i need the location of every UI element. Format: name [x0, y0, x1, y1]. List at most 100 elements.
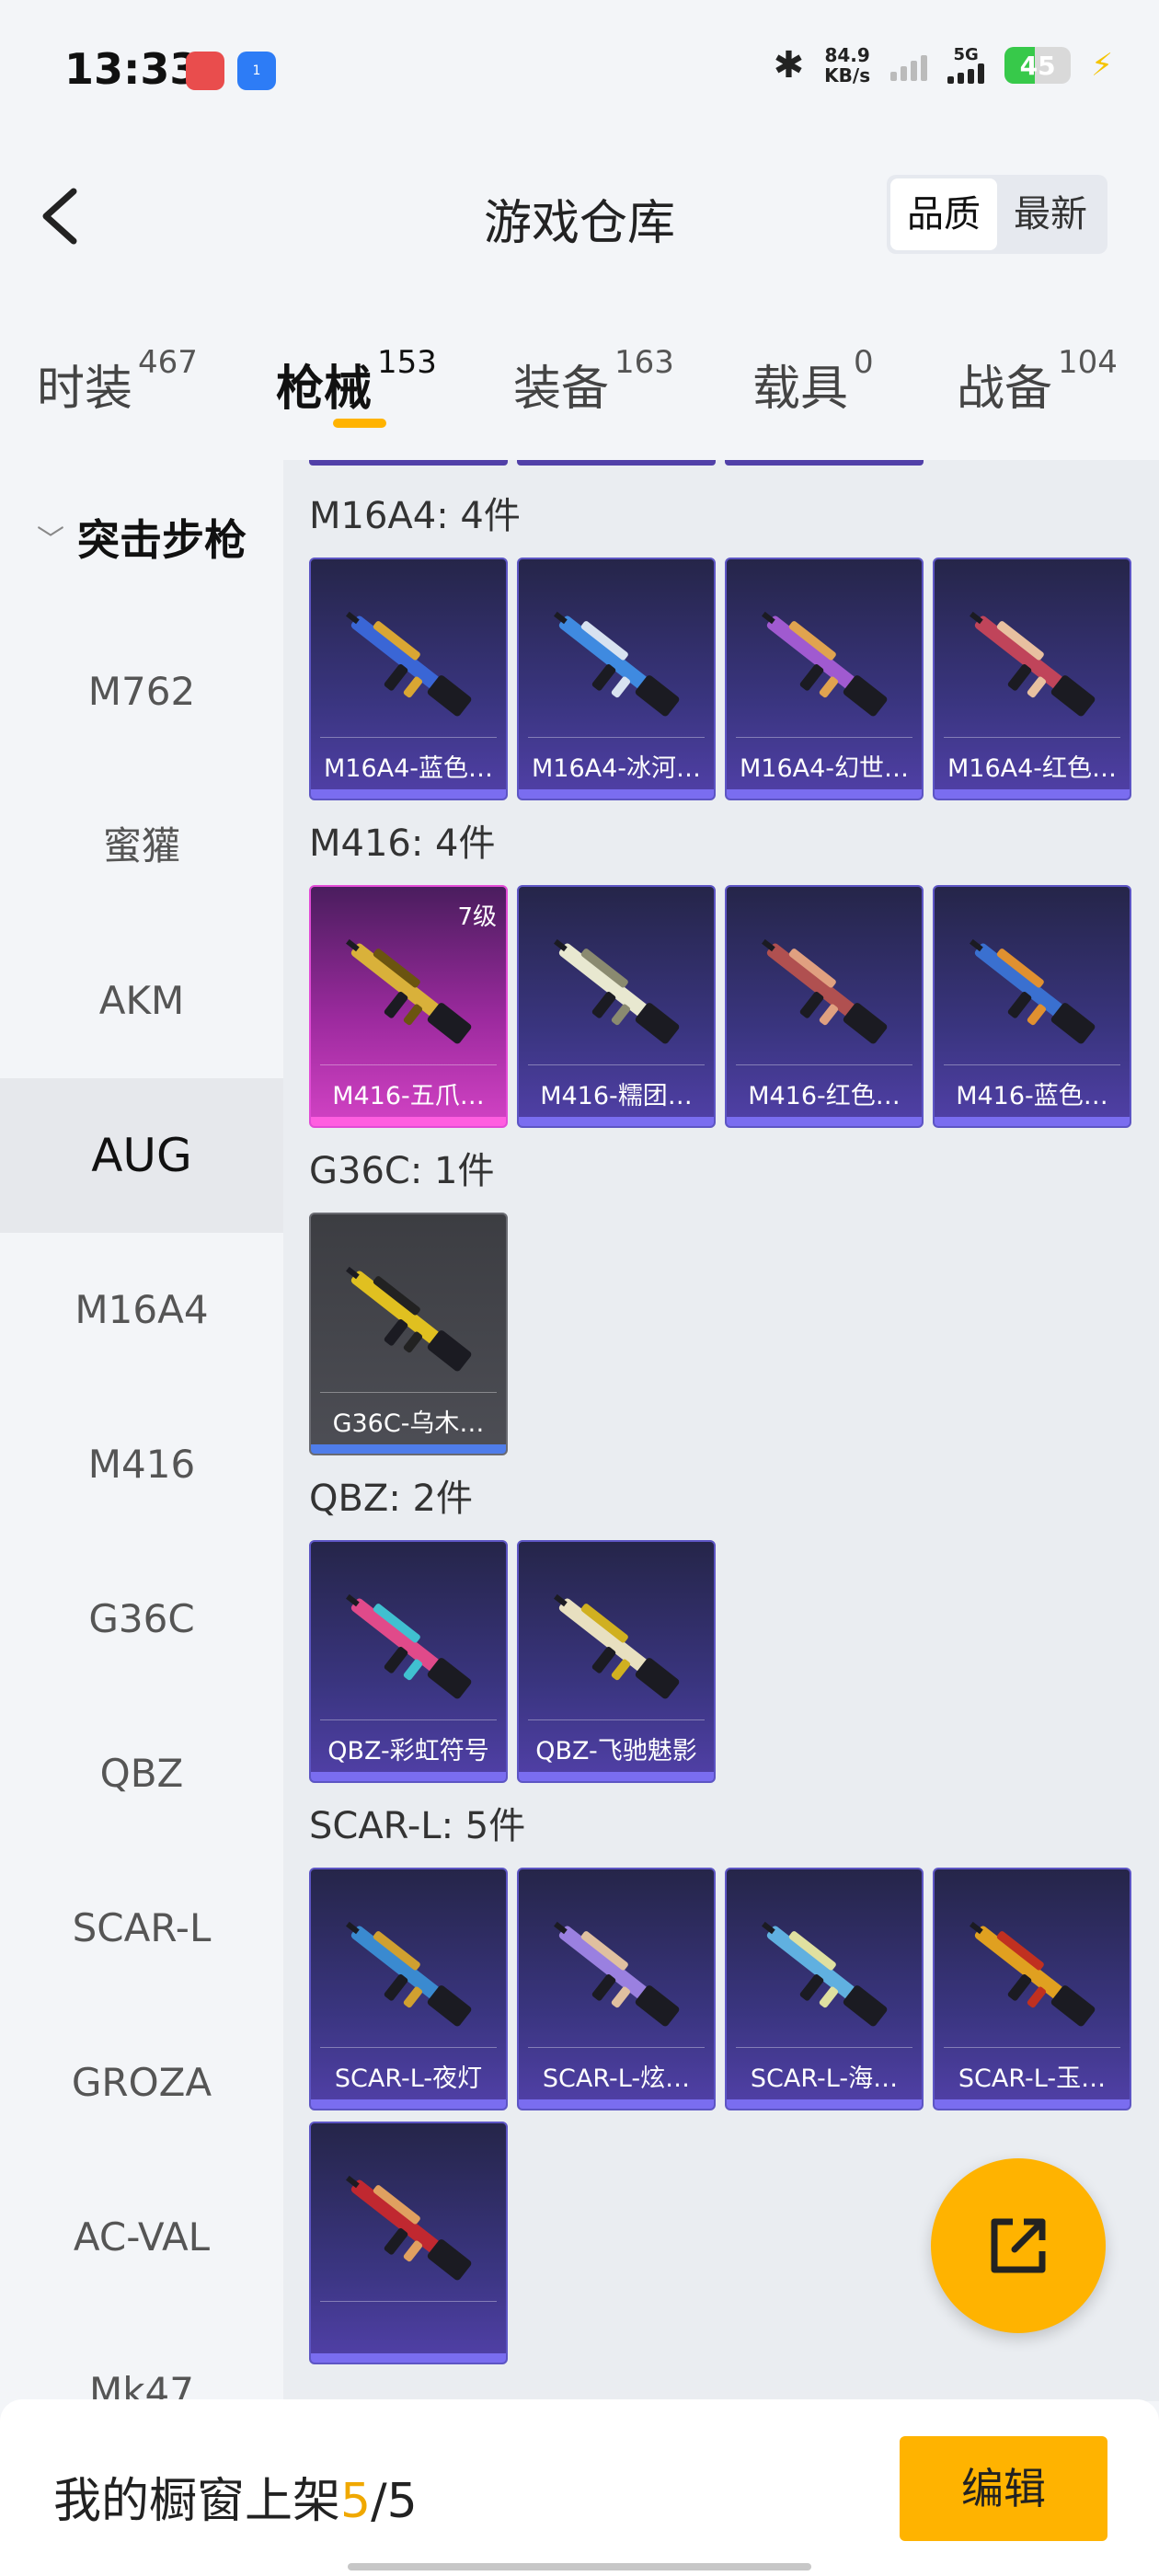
card-divider [944, 1064, 1120, 1065]
rifle-icon [762, 611, 888, 717]
rifle-icon [554, 938, 680, 1044]
skin-card[interactable]: QBZ-彩虹符号 [309, 1540, 508, 1783]
skin-card[interactable]: SCAR-L-海… [725, 1868, 924, 2110]
edit-button[interactable]: 编辑 [900, 2436, 1107, 2541]
sidebar-item-ac-val[interactable]: AC-VAL [0, 2160, 283, 2315]
skin-card-partial[interactable] [309, 460, 508, 466]
rifle-icon [346, 1266, 472, 1372]
card-divider [944, 737, 1120, 738]
rifle-icon [970, 611, 1096, 717]
rifle-icon [554, 1593, 680, 1699]
tab-count: 104 [1058, 344, 1118, 381]
tab-vehicles[interactable]: 载具 0 [752, 344, 874, 419]
sort-option-latest[interactable]: 最新 [997, 178, 1104, 250]
sidebar-item-mk47[interactable]: Mk47 [0, 2315, 283, 2401]
network-speed: 84.9 KB/s [824, 45, 870, 86]
sidebar-item-m16a4[interactable]: M16A4 [0, 1233, 283, 1387]
skin-card[interactable]: M416-糯团… [517, 885, 716, 1128]
showcase-panel: 我的橱窗上架5/5 编辑 [0, 2399, 1159, 2576]
home-indicator[interactable] [348, 2563, 811, 2570]
sort-option-quality[interactable]: 品质 [890, 178, 997, 250]
card-divider [528, 2047, 705, 2048]
card-divider [320, 2301, 497, 2302]
card-divider [528, 737, 705, 738]
sidebar-item-qbz[interactable]: QBZ [0, 1696, 283, 1851]
rarity-bar [311, 1444, 506, 1454]
network-type: 5G [953, 45, 979, 64]
sidebar-group-assault-rifles[interactable]: ﹀ 突击步枪 [0, 460, 283, 615]
skin-card-partial[interactable] [725, 460, 924, 466]
category-heading: M16A4: 4件 [309, 495, 521, 537]
sidebar-item-m416[interactable]: M416 [0, 1387, 283, 1542]
sidebar-item-honey-badger[interactable]: 蜜獾 [0, 769, 283, 924]
skin-name: SCAR-L-玉… [958, 2064, 1107, 2093]
tab-fashion[interactable]: 时装 467 [37, 344, 198, 419]
tab-supplies[interactable]: 战备 104 [957, 344, 1118, 419]
rarity-bar [727, 2099, 922, 2109]
tab-count: 467 [138, 344, 198, 381]
rarity-bar [935, 789, 1130, 799]
skin-card[interactable]: M416-红色… [725, 885, 924, 1128]
skin-card-partial[interactable] [517, 460, 716, 466]
skin-name: QBZ-彩虹符号 [327, 1737, 489, 1765]
skin-card[interactable]: SCAR-L-炫… [517, 1868, 716, 2110]
status-time: 13:33 [64, 44, 200, 94]
skin-name: M16A4-冰河… [531, 754, 702, 783]
level-badge: 7级 [457, 903, 497, 931]
rifle-icon [346, 938, 472, 1044]
skin-card[interactable]: SCAR-L-夜灯 [309, 1868, 508, 2110]
tab-label: 时装 [37, 362, 133, 417]
sidebar-item-g36c[interactable]: G36C [0, 1542, 283, 1696]
tab-firearms[interactable]: 枪械 153 [276, 344, 437, 419]
skin-name: G36C-乌木… [332, 1409, 485, 1438]
main-tabs: 时装 467 枪械 153 装备 163 载具 0 战备 104 [0, 331, 1159, 442]
rarity-bar [727, 789, 922, 799]
rifle-icon [554, 1921, 680, 2027]
sidebar-item-akm[interactable]: AKM [0, 924, 283, 1078]
tab-label: 枪械 [276, 362, 373, 417]
tab-equipment[interactable]: 装备 163 [513, 344, 674, 419]
sidebar-item-m762[interactable]: M762 [0, 615, 283, 769]
category-heading: SCAR-L: 5件 [309, 1805, 526, 1847]
skin-card[interactable]: M416-五爪… 7级 [309, 885, 508, 1128]
skin-card[interactable]: M16A4-蓝色… [309, 558, 508, 800]
skin-card[interactable] [309, 2122, 508, 2364]
skin-card[interactable]: M416-蓝色… [933, 885, 1131, 1128]
rifle-icon [554, 611, 680, 717]
skin-card[interactable]: M16A4-冰河… [517, 558, 716, 800]
active-tab-indicator [333, 419, 386, 428]
tab-count: 153 [377, 344, 437, 381]
category-heading: G36C: 1件 [309, 1150, 495, 1192]
signal-icon [890, 50, 928, 81]
category-heading: QBZ: 2件 [309, 1478, 473, 1520]
speed-value: 84.9 [824, 44, 870, 66]
skin-card[interactable]: QBZ-飞驰魅影 [517, 1540, 716, 1783]
rifle-icon [762, 1921, 888, 2027]
rarity-bar [519, 789, 714, 799]
tab-count: 0 [854, 344, 874, 381]
skin-name: M416-糯团… [540, 1082, 693, 1110]
category-heading: M416: 4件 [309, 822, 496, 865]
skin-card[interactable]: G36C-乌木… [309, 1213, 508, 1455]
card-divider [944, 2047, 1120, 2048]
card-divider [320, 737, 497, 738]
sidebar-item-scar-l[interactable]: SCAR-L [0, 1851, 283, 2006]
rifle-icon [970, 1921, 1096, 2027]
showcase-status: 我的橱窗上架5/5 [53, 2462, 418, 2531]
rifle-icon [762, 938, 888, 1044]
sidebar-item-groza[interactable]: GROZA [0, 2006, 283, 2160]
skin-card[interactable]: M16A4-幻世… [725, 558, 924, 800]
weapon-grid: M16A4: 4件 M16A4-蓝色… M16A4-冰河… M16A4-幻世… M16A… [283, 460, 1159, 2401]
bluetooth-icon: ✱ [773, 44, 805, 86]
tab-label: 战备 [957, 362, 1053, 417]
charging-icon: ⚡ [1091, 47, 1113, 84]
skin-card[interactable]: M16A4-红色… [933, 558, 1131, 800]
sort-toggle[interactable]: 品质 最新 [887, 175, 1107, 254]
rarity-bar [311, 1772, 506, 1781]
tab-count: 163 [614, 344, 674, 381]
skin-card[interactable]: SCAR-L-玉… [933, 1868, 1131, 2110]
sidebar-item-aug[interactable]: AUG [0, 1078, 283, 1233]
card-divider [736, 1064, 912, 1065]
battery-icon: 45 [1004, 47, 1072, 84]
share-button[interactable] [931, 2158, 1106, 2333]
